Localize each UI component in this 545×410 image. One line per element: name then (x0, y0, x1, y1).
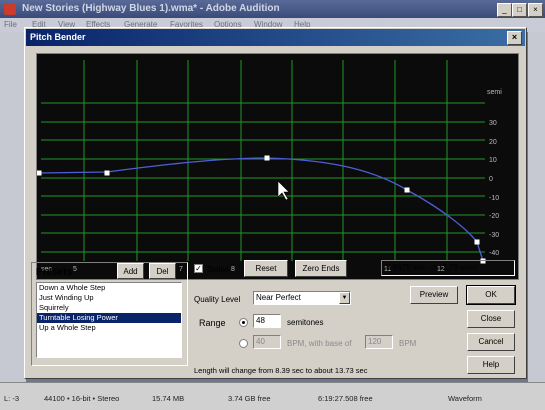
bpm-radio[interactable] (239, 339, 248, 348)
quality-value: Near Perfect (256, 293, 301, 302)
y-tick-minus40: -40 (489, 250, 499, 257)
length-change-note: Length will change from 8.39 sec to abou… (194, 366, 368, 375)
menu-file[interactable]: File (4, 20, 17, 29)
spline-checkbox[interactable]: ✓ (194, 264, 203, 273)
y-unit-label: semi (487, 89, 502, 96)
bpm-with-base-label: BPM, with base of (287, 339, 352, 348)
preview-button[interactable]: Preview (410, 286, 458, 304)
semitones-input[interactable]: 48 (253, 314, 281, 328)
presets-title: Presets (36, 267, 73, 278)
preset-item[interactable]: Just Winding Up (37, 293, 181, 303)
preset-item[interactable]: Squirrely (37, 303, 181, 313)
quality-label: Quality Level (194, 295, 241, 304)
ok-button[interactable]: OK (466, 285, 516, 305)
status-level: L: -3 (4, 394, 20, 403)
y-tick-10: 10 (489, 157, 497, 164)
quality-select[interactable]: Near Perfect ▼ (253, 291, 351, 305)
help-button[interactable]: Help (467, 356, 515, 374)
app-left-panel (0, 32, 26, 382)
app-right-panel (528, 32, 545, 382)
semitones-radio[interactable] (239, 318, 248, 327)
pitch-curve-graph[interactable]: semi sec 30 20 10 0 -10 -20 -30 -40 5 6 … (36, 53, 519, 280)
curve-handle[interactable] (36, 170, 42, 176)
curve-handle[interactable] (474, 239, 480, 245)
app-icon (4, 3, 16, 15)
status-time-free: 6:19:27.508 free (318, 394, 373, 403)
y-tick-minus20: -20 (489, 213, 499, 220)
base-bpm-input[interactable]: 120 (365, 335, 393, 349)
zero-ends-button[interactable]: Zero Ends (295, 260, 347, 277)
chevron-down-icon[interactable]: ▼ (339, 292, 350, 304)
status-disk-free: 3.74 GB free (228, 394, 271, 403)
y-tick-20: 20 (489, 139, 497, 146)
y-tick-minus10: -10 (489, 195, 499, 202)
curve-handle[interactable] (264, 155, 270, 161)
dialog-title-bar[interactable]: Pitch Bender × (26, 29, 525, 46)
preset-item[interactable]: Up a Whole Step (37, 323, 181, 333)
status-view: Waveform (448, 394, 482, 403)
curve-handle[interactable] (104, 170, 110, 176)
maximize-icon[interactable]: □ (512, 3, 527, 17)
curve-handle[interactable] (404, 187, 410, 193)
close-button[interactable]: Close (467, 310, 515, 328)
minimize-icon[interactable]: _ (497, 3, 512, 17)
status-bar: L: -3 44100 • 16-bit • Stereo 15.74 MB 3… (0, 382, 545, 410)
y-tick-minus30: -30 (489, 232, 499, 239)
semitones-label: semitones (287, 318, 324, 327)
delete-preset-button[interactable]: Del (149, 263, 176, 279)
cancel-button[interactable]: Cancel (467, 333, 515, 351)
add-preset-button[interactable]: Add (117, 263, 144, 279)
x-tick-8: 8 (231, 266, 235, 273)
bpm-input[interactable]: 40 (253, 335, 281, 349)
preset-item[interactable]: Down a Whole Step (37, 283, 181, 293)
status-format: 44100 • 16-bit • Stereo (44, 394, 120, 403)
y-tick-30: 30 (489, 120, 497, 127)
status-size: 15.74 MB (152, 394, 185, 403)
pitch-curve-svg[interactable]: semi sec 30 20 10 0 -10 -20 -30 -40 5 6 … (36, 54, 518, 279)
mouse-cursor-icon (277, 180, 290, 201)
app-title-bar: New Stories (Highway Blues 1).wma* - Ado… (0, 0, 545, 18)
dialog-title: Pitch Bender (30, 32, 86, 42)
preset-item-selected[interactable]: Turntable Losing Power (37, 313, 181, 323)
range-label: Range (199, 318, 226, 328)
position-readout: 8.8675 sec --> -3.79 semi (381, 260, 515, 276)
y-tick-0: 0 (489, 176, 493, 183)
pitch-bender-dialog: Pitch Bender × semi sec 30 20 10 0 -10 -… (24, 27, 527, 379)
reset-button[interactable]: Reset (244, 260, 288, 277)
spline-label: Spline (207, 265, 230, 274)
bpm-unit-label: BPM (399, 339, 417, 348)
app-title: New Stories (Highway Blues 1).wma* - Ado… (22, 3, 280, 14)
close-icon[interactable]: × (507, 31, 522, 45)
presets-list[interactable]: Down a Whole Step Just Winding Up Squirr… (36, 282, 182, 358)
app-close-icon[interactable]: × (528, 3, 543, 17)
